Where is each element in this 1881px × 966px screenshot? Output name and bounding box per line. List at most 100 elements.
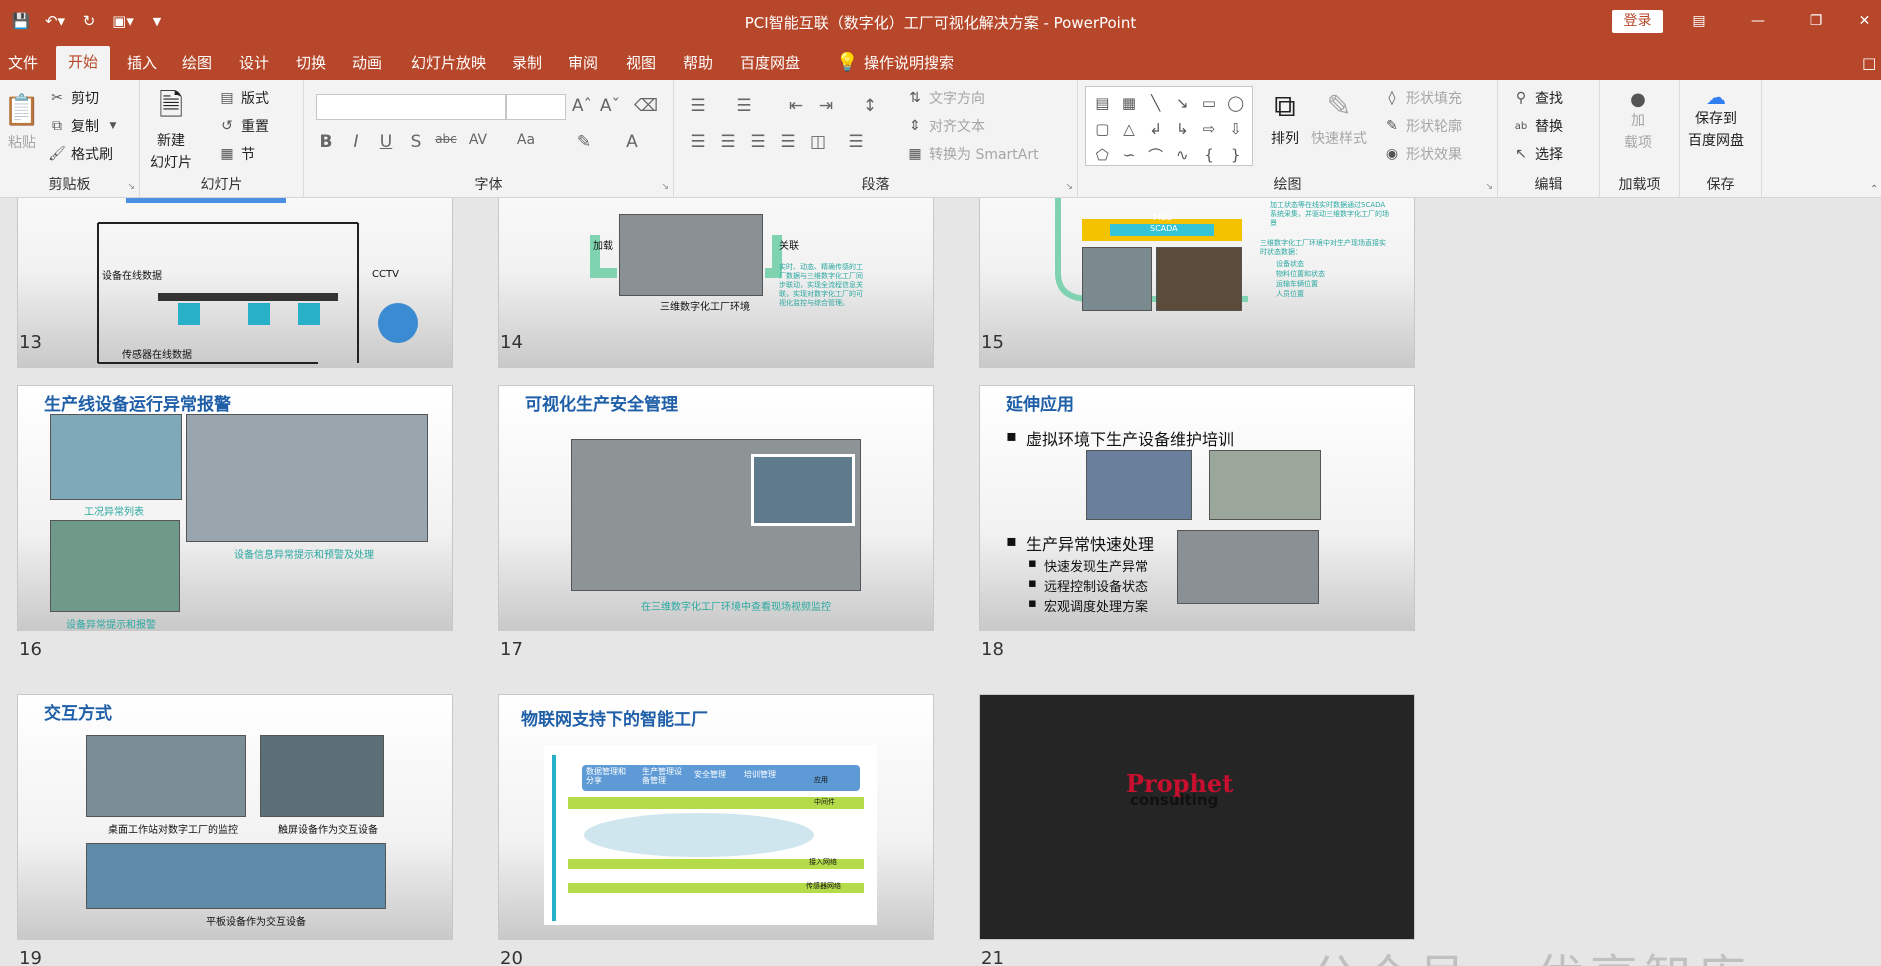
char-spacing-button[interactable]: AV (466, 132, 490, 148)
underline-button[interactable]: U (374, 132, 398, 152)
decrease-font-icon[interactable]: Aˇ (598, 96, 622, 116)
tab-view[interactable]: 视图 (620, 50, 662, 80)
close-icon[interactable]: ✕ (1848, 6, 1881, 36)
dialog-launcher-icon[interactable]: ↘ (1065, 182, 1073, 192)
strikethrough-button[interactable]: abc (434, 132, 458, 146)
elbow-shape-icon[interactable]: ↲ (1143, 117, 1168, 141)
pentagon-shape-icon[interactable]: ⬠ (1090, 143, 1115, 167)
bold-button[interactable]: B (314, 132, 338, 152)
text-direction-button[interactable]: ⇅ 文字方向 (906, 88, 985, 108)
smartart-button[interactable]: ▦ 转换为 SmartArt (906, 144, 1038, 164)
quick-styles-button[interactable]: ✎ 快速样式 (1311, 86, 1367, 148)
shape-outline-button[interactable]: ✎ 形状轮廓 (1383, 116, 1462, 136)
tab-record[interactable]: 录制 (506, 50, 548, 80)
slide-thumbnail-13[interactable]: 设备在线数据 CCTV 传感器在线数据 (17, 198, 453, 368)
ribbon-display-icon[interactable]: ▤ (1676, 6, 1722, 36)
align-right-icon[interactable]: ☰ (746, 132, 770, 152)
highlight-icon[interactable]: ✎ (572, 132, 596, 152)
align-left-icon[interactable]: ☰ (686, 132, 710, 152)
tab-design[interactable]: 设计 (233, 50, 275, 80)
italic-button[interactable]: I (344, 132, 368, 152)
copy-button[interactable]: ⧉ 复制 ▼ (48, 116, 122, 136)
tab-animations[interactable]: 动画 (346, 50, 388, 80)
shape-fill-button[interactable]: ◊ 形状填充 (1383, 88, 1462, 108)
font-family-input[interactable] (316, 94, 506, 120)
numbering-icon[interactable]: ☰ (732, 96, 756, 116)
slide-thumbnail-17[interactable]: 可视化生产安全管理 在三维数字化工厂环境中查看现场视频监控 (498, 385, 934, 631)
tab-help[interactable]: 帮助 (677, 50, 719, 80)
line-spacing-icon[interactable]: ↕ (858, 96, 882, 116)
find-button[interactable]: ⚲ 查找 (1512, 88, 1563, 108)
tab-draw[interactable]: 绘图 (176, 50, 218, 80)
brace-left-shape-icon[interactable]: { (1197, 143, 1222, 167)
shapes-gallery[interactable]: ▤ ▦ ╲ ↘ ▭ ◯ ▢ △ ↲ ↳ ⇨ ⇩ ⬠ ∽ ⌒ ∿{} (1085, 86, 1253, 166)
oval-shape-icon[interactable]: ◯ (1223, 91, 1248, 115)
triangle-shape-icon[interactable]: △ (1117, 117, 1142, 141)
change-case-button[interactable]: Aa (514, 132, 538, 148)
slide-thumbnail-15[interactable]: MES SCADA 加工状态等在线实时数据通过SCADA系统采集，并驱动三维数字… (979, 198, 1415, 368)
arrange-button[interactable]: ⧉ 排列 (1265, 86, 1305, 148)
tab-insert[interactable]: 插入 (121, 50, 163, 80)
paste-button[interactable]: 📋 粘贴 (2, 90, 42, 152)
tell-me-search[interactable]: 操作说明搜索 (858, 50, 960, 80)
align-distribute-icon[interactable]: ☰ (844, 132, 868, 152)
format-painter-button[interactable]: 🖌 格式刷 (48, 144, 113, 164)
image-caption: 触屏设备作为交互设备 (278, 825, 378, 836)
arrow-line-shape-icon[interactable]: ↘ (1170, 91, 1195, 115)
rect-shape-icon[interactable]: ▭ (1197, 91, 1222, 115)
bullets-icon[interactable]: ☰ (686, 96, 710, 116)
reset-button[interactable]: ↺ 重置 (218, 116, 269, 136)
restore-icon[interactable]: ❐ (1793, 6, 1839, 36)
slide-thumbnail-18[interactable]: 延伸应用 ▪ 虚拟环境下生产设备维护培训 ▪ 生产异常快速处理 ▪ 快速发现生产… (979, 385, 1415, 631)
tab-home[interactable]: 开始 (56, 46, 111, 80)
tab-file[interactable]: 文件 (2, 50, 44, 80)
save-to-baidu-button[interactable]: ☁ 保存到 百度网盘 (1688, 85, 1744, 150)
justify-icon[interactable]: ☰ (776, 132, 800, 152)
curve-shape-icon[interactable]: ∿ (1170, 143, 1195, 167)
increase-indent-icon[interactable]: ⇥ (814, 96, 838, 116)
shadow-button[interactable]: S (404, 132, 428, 152)
brace-right-shape-icon[interactable]: } (1223, 143, 1248, 167)
decrease-indent-icon[interactable]: ⇤ (784, 96, 808, 116)
rounded-rect-shape-icon[interactable]: ▢ (1090, 117, 1115, 141)
columns-icon[interactable]: ◫ (806, 132, 830, 152)
dialog-launcher-icon[interactable]: ↘ (661, 182, 669, 192)
replace-button[interactable]: ab 替换 (1512, 116, 1563, 136)
font-size-input[interactable] (506, 94, 566, 120)
select-button[interactable]: ↖ 选择 (1512, 144, 1563, 164)
dialog-launcher-icon[interactable]: ↘ (127, 182, 135, 192)
textbox-shape-icon[interactable]: ▤ (1090, 91, 1115, 115)
tab-transitions[interactable]: 切换 (290, 50, 332, 80)
tab-slideshow[interactable]: 幻灯片放映 (405, 50, 492, 80)
down-arrow-shape-icon[interactable]: ⇩ (1223, 117, 1248, 141)
increase-font-icon[interactable]: Aˆ (570, 96, 594, 116)
slide-thumbnail-21[interactable]: Prophet consulting (979, 694, 1415, 940)
login-button[interactable]: 登录 (1612, 10, 1663, 33)
slide-thumbnail-20[interactable]: 物联网支持下的智能工厂 数据管理和分享 生产管理设备管理 安全管理 培训管理 应… (498, 694, 934, 940)
align-text-button[interactable]: ⇕ 对齐文本 (906, 116, 985, 136)
comments-icon[interactable]: □ (1856, 50, 1881, 80)
tab-baidu[interactable]: 百度网盘 (734, 50, 806, 80)
shape-effects-button[interactable]: ◉ 形状效果 (1383, 144, 1462, 164)
layout-button[interactable]: ▤ 版式 (218, 88, 269, 108)
new-slide-button[interactable]: 🗎 新建 幻灯片 (150, 88, 192, 172)
vtextbox-shape-icon[interactable]: ▦ (1117, 91, 1142, 115)
right-arrow-shape-icon[interactable]: ⇨ (1197, 117, 1222, 141)
freeform-shape-icon[interactable]: ∽ (1117, 143, 1142, 167)
align-center-icon[interactable]: ☰ (716, 132, 740, 152)
arc-shape-icon[interactable]: ⌒ (1143, 143, 1168, 167)
section-button[interactable]: ▦ 节 (218, 144, 255, 164)
cut-button[interactable]: ✂ 剪切 (48, 88, 99, 108)
clear-format-icon[interactable]: ⌫ (634, 96, 658, 116)
line-shape-icon[interactable]: ╲ (1143, 91, 1168, 115)
slide-thumbnail-19[interactable]: 交互方式 桌面工作站对数字工厂的监控 触屏设备作为交互设备 平板设备作为交互设备 (17, 694, 453, 940)
elbow2-shape-icon[interactable]: ↳ (1170, 117, 1195, 141)
addins-button[interactable]: ● 加 载项 (1624, 89, 1652, 152)
slide-thumbnail-14[interactable]: 加载 关联 三维数字化工厂环境 实时、动态、精确传感的工厂数据与三维数字化工厂同… (498, 198, 934, 368)
dialog-launcher-icon[interactable]: ↘ (1485, 182, 1493, 192)
collapse-ribbon-icon[interactable]: ⌃ (1870, 184, 1878, 195)
slide-thumbnail-16[interactable]: 生产线设备运行异常报警 工况异常列表 设备信息异常提示和预警及处理 设备异常提示… (17, 385, 453, 631)
font-color-button[interactable]: A (620, 132, 644, 152)
minimize-icon[interactable]: — (1735, 6, 1781, 36)
tab-review[interactable]: 审阅 (562, 50, 604, 80)
